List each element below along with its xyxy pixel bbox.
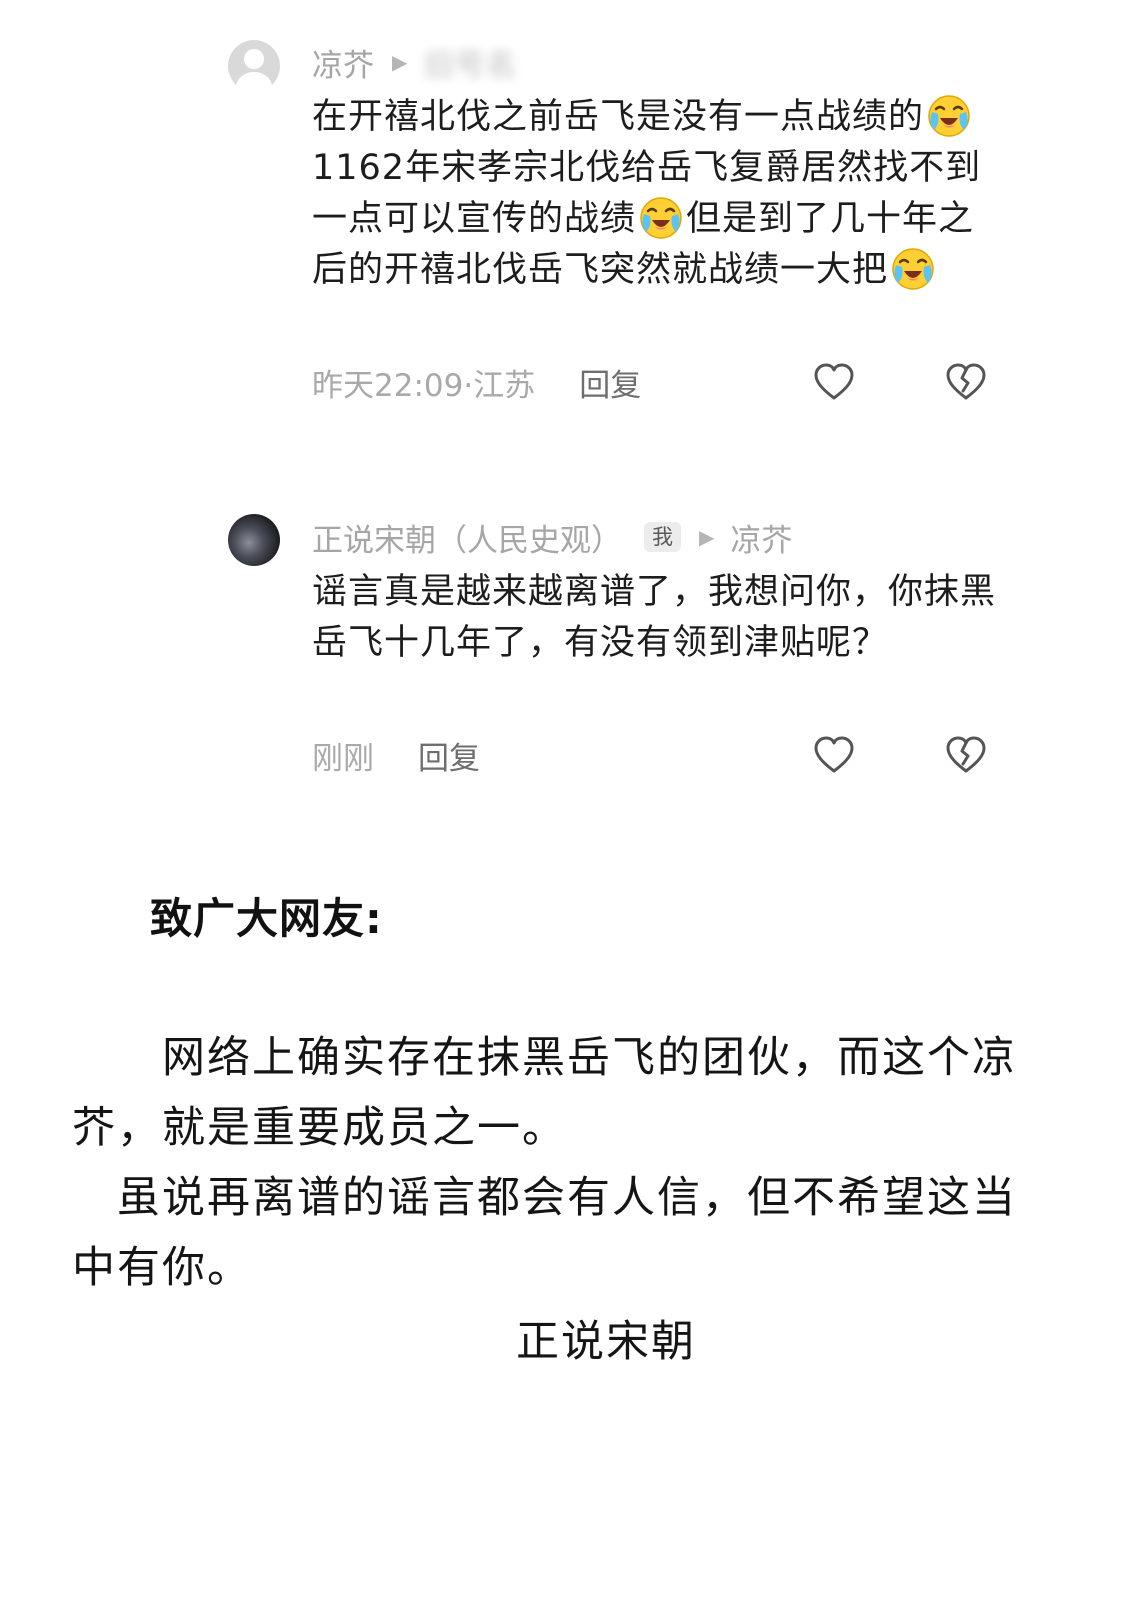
comment-meta: 昨天22:09·江苏 回复 xyxy=(312,360,641,404)
heart-outline-icon[interactable] xyxy=(812,734,856,778)
notice-paragraph-1: 网络上确实存在抹黑岳飞的团伙，而这个凉芥，就是重要成员之一。 xyxy=(72,1033,1017,1153)
comment-header: 凉芥 ▶ 旧号名 xyxy=(312,40,516,85)
crying-laughing-emoji xyxy=(892,248,934,290)
timestamp: 刚刚 xyxy=(312,740,374,777)
notice-title: 致广大网友: xyxy=(150,894,383,943)
reply-button[interactable]: 回复 xyxy=(418,733,480,778)
user-avatar[interactable] xyxy=(228,514,280,566)
default-avatar[interactable] xyxy=(228,40,280,92)
reply-arrow-icon: ▶ xyxy=(392,50,408,74)
comment-text: 在开禧北伐之前岳飞是没有一点战绩的1162年宋孝宗北伐给岳飞复爵居然找不到一点可… xyxy=(312,92,1002,296)
username[interactable]: 凉芥 xyxy=(312,40,374,85)
reply-to-username[interactable]: 旧号名 xyxy=(423,40,516,85)
comment-text-segment: 在开禧北伐之前岳飞是没有一点战绩的 xyxy=(312,97,925,137)
comment-header: 正说宋朝（人民史观） 我 ▶ 凉芥 xyxy=(312,515,792,560)
broken-heart-icon[interactable] xyxy=(944,361,988,405)
me-badge: 我 xyxy=(644,522,681,552)
crying-laughing-emoji xyxy=(640,197,682,239)
crying-laughing-emoji xyxy=(928,95,970,137)
username[interactable]: 正说宋朝（人民史观） xyxy=(312,515,622,560)
reply-to-username[interactable]: 凉芥 xyxy=(730,515,792,560)
timestamp: 昨天22:09·江苏 xyxy=(312,367,536,404)
broken-heart-icon[interactable] xyxy=(944,734,988,778)
comment-meta: 刚刚 回复 xyxy=(312,733,480,777)
reply-arrow-icon: ▶ xyxy=(699,525,715,549)
heart-outline-icon[interactable] xyxy=(812,361,856,405)
notice-paragraph-2: 虽说再离谱的谣言都会有人信，但不希望这当中有你。 xyxy=(72,1173,1017,1293)
reply-button[interactable]: 回复 xyxy=(579,360,641,405)
comment-text: 谣言真是越来越离谱了，我想问你，你抹黑岳飞十几年了，有没有领到津贴呢？ xyxy=(312,572,997,663)
signature: 正说宋朝 xyxy=(516,1317,696,1367)
